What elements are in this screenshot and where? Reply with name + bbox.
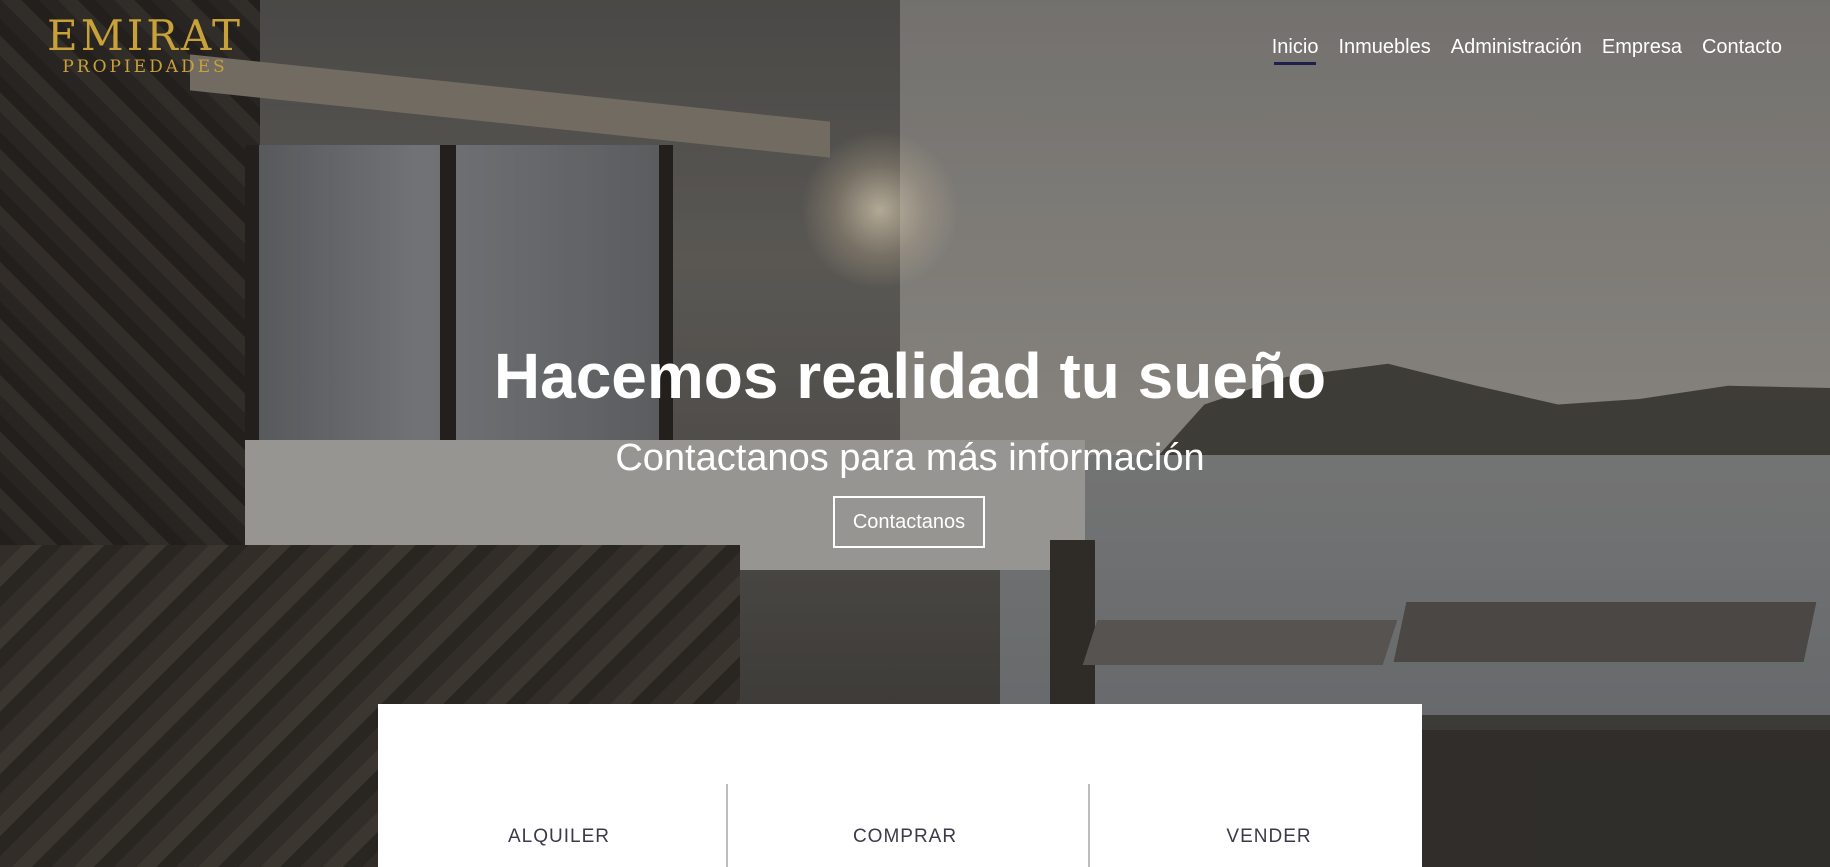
hero-subtitle: Contactanos para más información	[615, 437, 1205, 479]
nav-item-inmuebles[interactable]: Inmuebles	[1338, 36, 1430, 65]
hero-title: Hacemos realidad tu sueño	[493, 340, 1327, 412]
nav-item-administracion[interactable]: Administración	[1451, 36, 1582, 65]
brand-name: EMIRAT	[47, 11, 243, 60]
service-comprar[interactable]: COMPRAR	[724, 784, 1086, 867]
brand-subtitle: PROPIEDADES	[62, 57, 228, 77]
nav-item-inicio[interactable]: Inicio	[1272, 36, 1318, 65]
service-vender[interactable]: VENDER	[1088, 784, 1450, 867]
nav-item-contacto[interactable]: Contacto	[1702, 36, 1782, 65]
service-label: ALQUILER	[508, 826, 610, 847]
service-label: COMPRAR	[852, 826, 958, 847]
nav-item-empresa[interactable]: Empresa	[1602, 36, 1682, 65]
services-card: ALQUILER COMPRAR VENDER	[378, 704, 1422, 867]
main-nav: Inicio Inmuebles Administración Empresa …	[1272, 36, 1782, 65]
service-label: VENDER	[1226, 826, 1312, 847]
contact-button[interactable]: Contactanos	[833, 496, 985, 548]
brand-logo[interactable]: EMIRAT PROPIEDADES	[40, 11, 250, 77]
service-alquiler[interactable]: ALQUILER	[378, 784, 740, 867]
hero-section: EMIRAT PROPIEDADES Inicio Inmuebles Admi…	[0, 0, 1830, 867]
